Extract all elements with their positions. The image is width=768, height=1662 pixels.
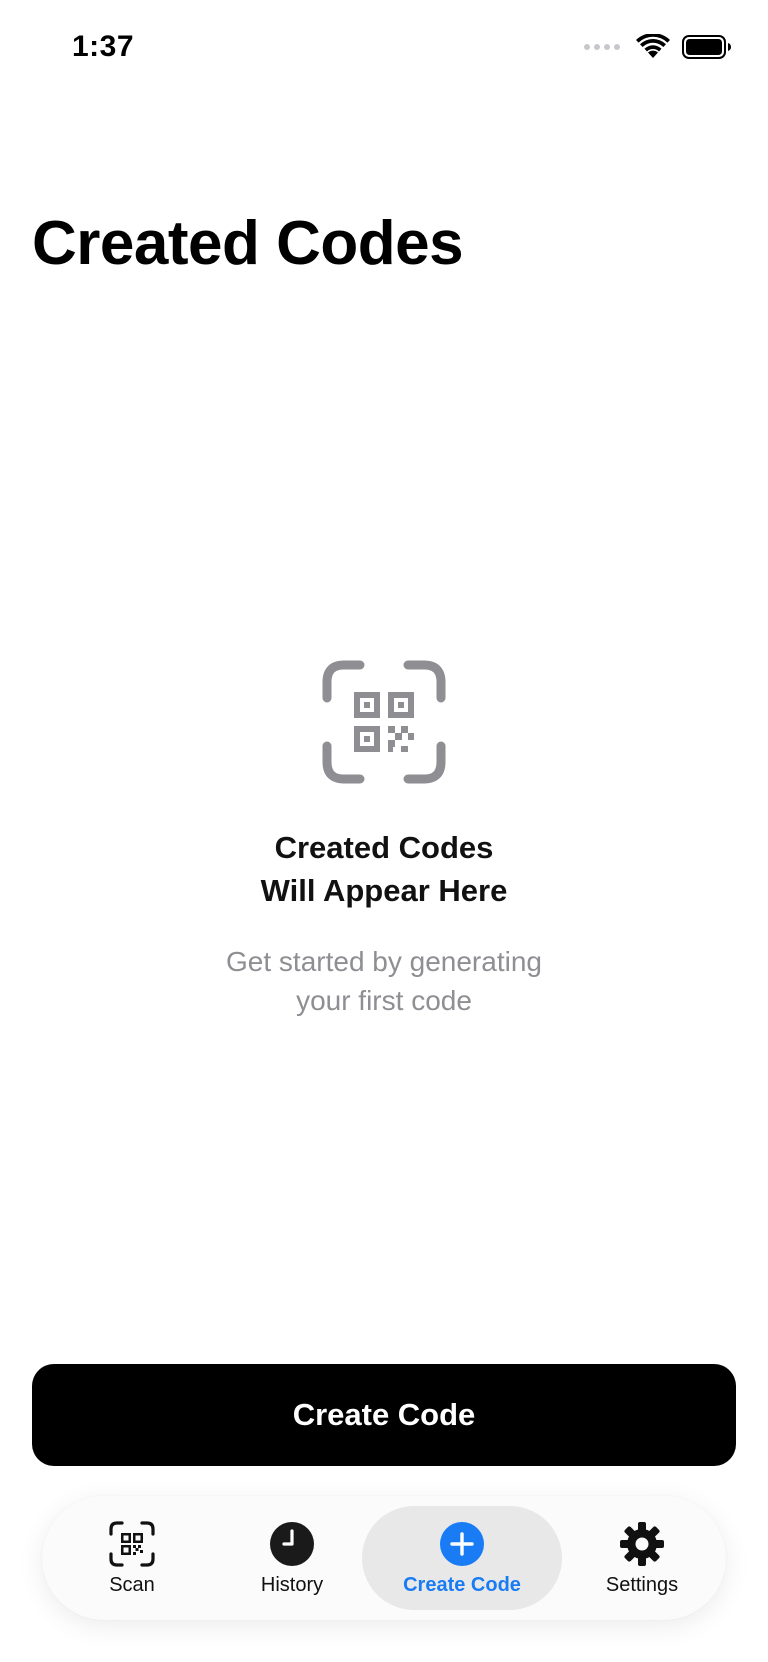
tab-scan-label: Scan [109,1573,155,1596]
gear-icon [618,1520,666,1568]
qr-scan-icon [108,1520,156,1568]
tab-scan[interactable]: Scan [72,1506,192,1610]
cellular-signal-icon [584,44,620,50]
tab-settings[interactable]: Settings [572,1506,712,1610]
empty-state: Created Codes Will Appear Here Get start… [0,660,768,1020]
screen: 1:37 Created Codes Created Codes Will Ap… [0,0,768,1662]
empty-state-subtitle-line2: your first code [296,985,472,1016]
empty-state-heading-line1: Created Codes [274,830,494,865]
tab-create-code-label: Create Code [403,1573,521,1596]
tab-bar: Scan History Create Code Settings [42,1496,726,1620]
qr-code-viewfinder-icon [322,660,446,784]
empty-state-heading-line2: Will Appear Here [260,873,508,908]
empty-state-subtitle-line1: Get started by generating [226,946,542,977]
empty-state-heading: Created Codes Will Appear Here [261,826,508,912]
wifi-icon [636,34,670,58]
clock-icon [268,1520,316,1568]
plus-circle-icon [438,1520,486,1568]
create-code-button[interactable]: Create Code [32,1364,736,1466]
status-bar: 1:37 [0,0,768,100]
tab-create-code[interactable]: Create Code [362,1506,562,1610]
tab-history[interactable]: History [222,1506,362,1610]
status-time: 1:37 [72,30,135,63]
battery-icon [682,35,731,59]
page-title: Created Codes [32,209,464,278]
status-indicators [584,34,732,60]
tab-settings-label: Settings [605,1573,679,1596]
empty-state-subtitle: Get started by generating your first cod… [226,942,542,1020]
tab-history-label: History [260,1573,324,1596]
